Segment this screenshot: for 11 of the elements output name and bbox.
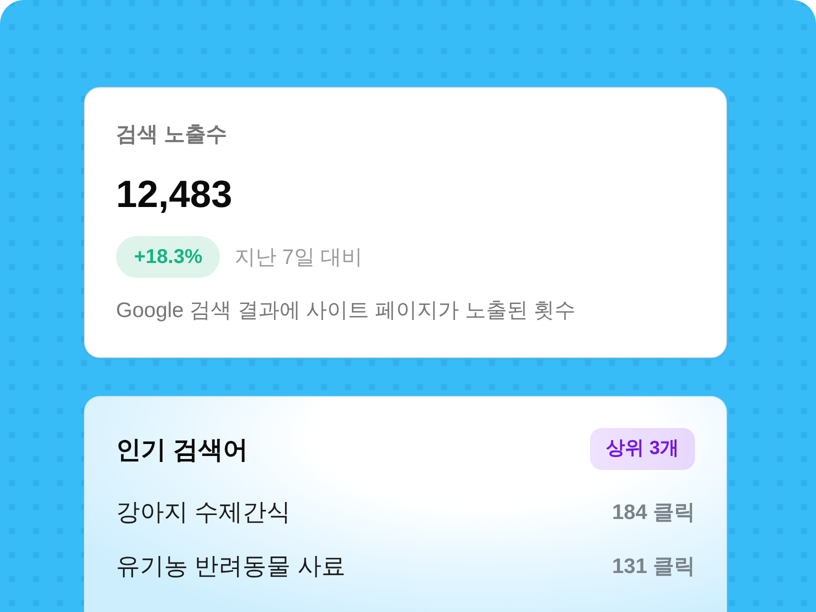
- comparison-text: 지난 7일 대비: [234, 245, 363, 271]
- click-count: 184 클릭: [612, 500, 695, 526]
- query-text: 유기농 반려동물 사료: [116, 552, 346, 582]
- card-title: 인기 검색어: [116, 434, 248, 466]
- stat-value: 12,483: [116, 173, 232, 218]
- count-badge: 상위 3개: [590, 428, 695, 470]
- description-text: Google 검색 결과에 사이트 페이지가 노출된 횟수: [116, 298, 576, 324]
- click-count: 131 클릭: [612, 554, 695, 580]
- card-title: 검색 노출수: [116, 122, 227, 148]
- query-text: 강아지 수제간식: [116, 498, 291, 528]
- change-badge: +18.3%: [116, 236, 220, 278]
